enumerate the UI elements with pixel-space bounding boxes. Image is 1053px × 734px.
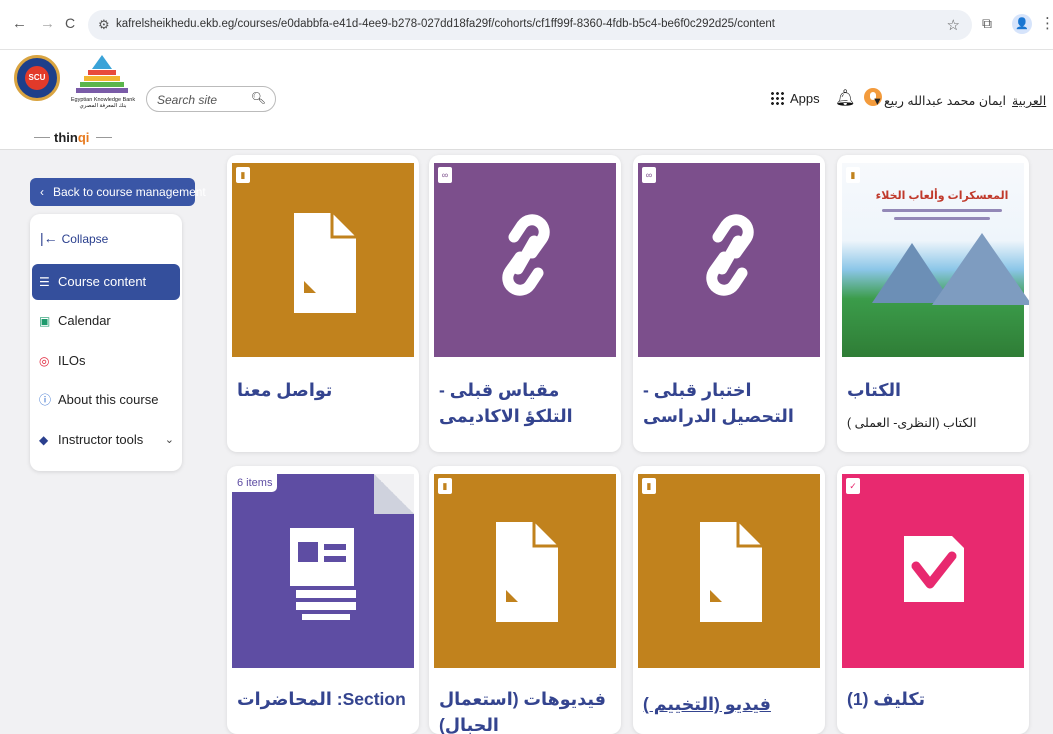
search-input[interactable]: Search site 🔍︎ xyxy=(146,86,276,112)
card-subtitle: الكتاب (النظرى- العملى ) xyxy=(847,416,977,430)
sidebar-item-label: About this course xyxy=(58,392,159,407)
book-cover-title: المعسكرات وألعاب الخلاء xyxy=(875,190,1009,202)
file-icon: ▮ xyxy=(846,167,860,183)
sidebar-nav: ☰ Course content ▣ Calendar ◎ ILOs ⓘ Abo… xyxy=(30,264,182,461)
card-title[interactable]: تكليف (1) xyxy=(847,686,1019,712)
file-icon: ▮ xyxy=(236,167,250,183)
info-icon: ⓘ xyxy=(39,393,52,407)
target-icon: ◎ xyxy=(39,353,50,368)
book-cover-line xyxy=(894,217,990,220)
scu-logo-text: SCU xyxy=(25,66,49,90)
divider xyxy=(34,137,50,138)
search-icon[interactable]: 🔍︎ xyxy=(251,91,266,105)
bookmark-star-icon[interactable]: ☆ xyxy=(947,16,960,34)
course-sidebar: |← Collapse ☰ Course content ▣ Calendar ◎… xyxy=(30,214,182,471)
sidebar-item-about[interactable]: ⓘ About this course xyxy=(30,382,182,422)
card-title[interactable]: مقياس قبلى - التلكؤ الاكاديمى xyxy=(439,377,611,429)
content-card[interactable]: المعسكرات وألعاب الخلاء ▮ الكتاب الكتاب … xyxy=(837,155,1029,452)
section-card[interactable]: 6 items Section: المحاضرات xyxy=(227,466,419,734)
profile-icon[interactable]: 👤 xyxy=(1012,14,1032,34)
content-card[interactable]: ✓ تكليف (1) xyxy=(837,466,1029,734)
sidebar-item-instructor-tools[interactable]: ◆ Instructor tools ⌄ xyxy=(30,422,182,462)
document-icon xyxy=(700,522,762,622)
sidebar-item-label: Instructor tools xyxy=(58,431,144,447)
back-arrow-icon[interactable]: ← xyxy=(12,15,27,32)
divider xyxy=(96,137,112,138)
link-icon xyxy=(706,214,754,296)
back-label: Back to course management xyxy=(53,185,206,199)
ekb-logo[interactable] xyxy=(70,53,134,119)
thinqi-logo: thinqi xyxy=(34,130,114,146)
browser-toolbar: ← → C ⚙ kafrelsheikhedu.ekb.eg/courses/e… xyxy=(0,0,1053,50)
collapse-label: Collapse xyxy=(61,232,109,246)
document-thumbnail[interactable]: ▮ xyxy=(232,163,414,357)
assignment-check-icon xyxy=(904,536,964,602)
items-count-badge: 6 items xyxy=(232,474,278,492)
language-switch[interactable]: العربية xyxy=(1012,93,1046,108)
book-cover-line xyxy=(882,209,1002,212)
sidebar-item-label: ILOs xyxy=(58,352,86,368)
card-title[interactable]: فيديوهات (استعمال الحبال) xyxy=(439,686,611,734)
card-title[interactable]: الكتاب xyxy=(847,377,1019,403)
sidebar-item-label: Calendar xyxy=(58,313,111,328)
graduation-cap-icon: ◆ xyxy=(39,432,49,447)
collapse-button[interactable]: |← Collapse xyxy=(40,230,108,246)
collapse-arrow-icon: |← xyxy=(40,230,58,246)
assignment-icon: ✓ xyxy=(846,478,860,494)
ekb-caption: Egyptian Knowledge Bank بنك المعرفة المص… xyxy=(70,97,136,109)
card-title[interactable]: Section: المحاضرات xyxy=(237,686,409,712)
content-card[interactable]: ▮ تواصل معنا xyxy=(227,155,419,452)
forward-arrow-icon[interactable]: → xyxy=(40,15,55,32)
sidebar-item-ilos[interactable]: ◎ ILOs xyxy=(30,343,182,383)
card-title[interactable]: تواصل معنا xyxy=(237,377,409,403)
chevron-left-icon: ‹ xyxy=(40,185,44,199)
address-bar[interactable]: ⚙ kafrelsheikhedu.ekb.eg/courses/e0dabbf… xyxy=(88,10,972,40)
apps-button[interactable]: Apps xyxy=(770,91,820,106)
link-icon xyxy=(502,214,550,296)
section-thumbnail[interactable]: 6 items xyxy=(232,474,414,668)
section-pages-icon xyxy=(290,528,356,620)
link-thumbnail[interactable]: ∞ xyxy=(638,163,820,357)
folded-corner xyxy=(374,474,414,514)
content-card[interactable]: ∞ اختبار قبلى - التحصيل الدراسى xyxy=(633,155,825,452)
document-icon xyxy=(294,213,356,313)
browser-menu-icon[interactable]: ⋮ xyxy=(1040,14,1053,32)
document-list-icon: ☰ xyxy=(39,275,50,289)
reload-icon[interactable]: C xyxy=(65,15,75,31)
book-cover-image[interactable]: المعسكرات وألعاب الخلاء ▮ xyxy=(842,163,1029,357)
link-icon: ∞ xyxy=(438,167,452,183)
content-card[interactable]: ▮ فيديو (التخييم ) xyxy=(633,466,825,734)
card-title-link[interactable]: فيديو (التخييم ) xyxy=(643,691,815,717)
calendar-icon: ▣ xyxy=(39,314,51,328)
bell-icon[interactable]: 🔔︎ xyxy=(835,88,855,108)
back-to-course-management-button[interactable]: ‹ Back to course management xyxy=(30,178,206,206)
scu-logo[interactable]: SCU xyxy=(14,55,60,101)
sidebar-item-label: Course content xyxy=(58,274,147,289)
sidebar-item-calendar[interactable]: ▣ Calendar xyxy=(30,303,182,343)
extensions-icon[interactable]: ⧉ xyxy=(982,15,992,32)
user-menu[interactable]: ايمان محمد عبدالله ربيع ▾ xyxy=(874,93,1006,108)
link-icon: ∞ xyxy=(642,167,656,183)
document-thumbnail[interactable]: ▮ xyxy=(638,474,820,668)
search-placeholder: Search site xyxy=(157,93,218,107)
thinqi-wordmark: thinqi xyxy=(54,130,90,145)
document-thumbnail[interactable]: ▮ xyxy=(434,474,616,668)
assignment-thumbnail[interactable]: ✓ xyxy=(842,474,1024,668)
file-icon: ▮ xyxy=(642,478,656,494)
link-thumbnail[interactable]: ∞ xyxy=(434,163,616,357)
sidebar-item-course-content[interactable]: ☰ Course content xyxy=(32,264,180,300)
apps-grid-icon xyxy=(770,91,784,105)
content-card[interactable]: ∞ مقياس قبلى - التلكؤ الاكاديمى xyxy=(429,155,621,452)
card-title[interactable]: اختبار قبلى - التحصيل الدراسى xyxy=(643,377,815,429)
site-header: SCU Egyptian Knowledge Bank بنك المعرفة … xyxy=(0,50,1053,150)
url-text[interactable]: kafrelsheikhedu.ekb.eg/courses/e0dabbfa-… xyxy=(116,18,775,30)
mountain-shape xyxy=(932,233,1029,305)
file-icon: ▮ xyxy=(438,478,452,494)
content-card[interactable]: ▮ فيديوهات (استعمال الحبال) xyxy=(429,466,621,734)
document-icon xyxy=(496,522,558,622)
site-settings-icon[interactable]: ⚙ xyxy=(98,17,110,33)
chevron-down-icon[interactable]: ⌄ xyxy=(165,422,174,458)
apps-label: Apps xyxy=(790,91,820,106)
